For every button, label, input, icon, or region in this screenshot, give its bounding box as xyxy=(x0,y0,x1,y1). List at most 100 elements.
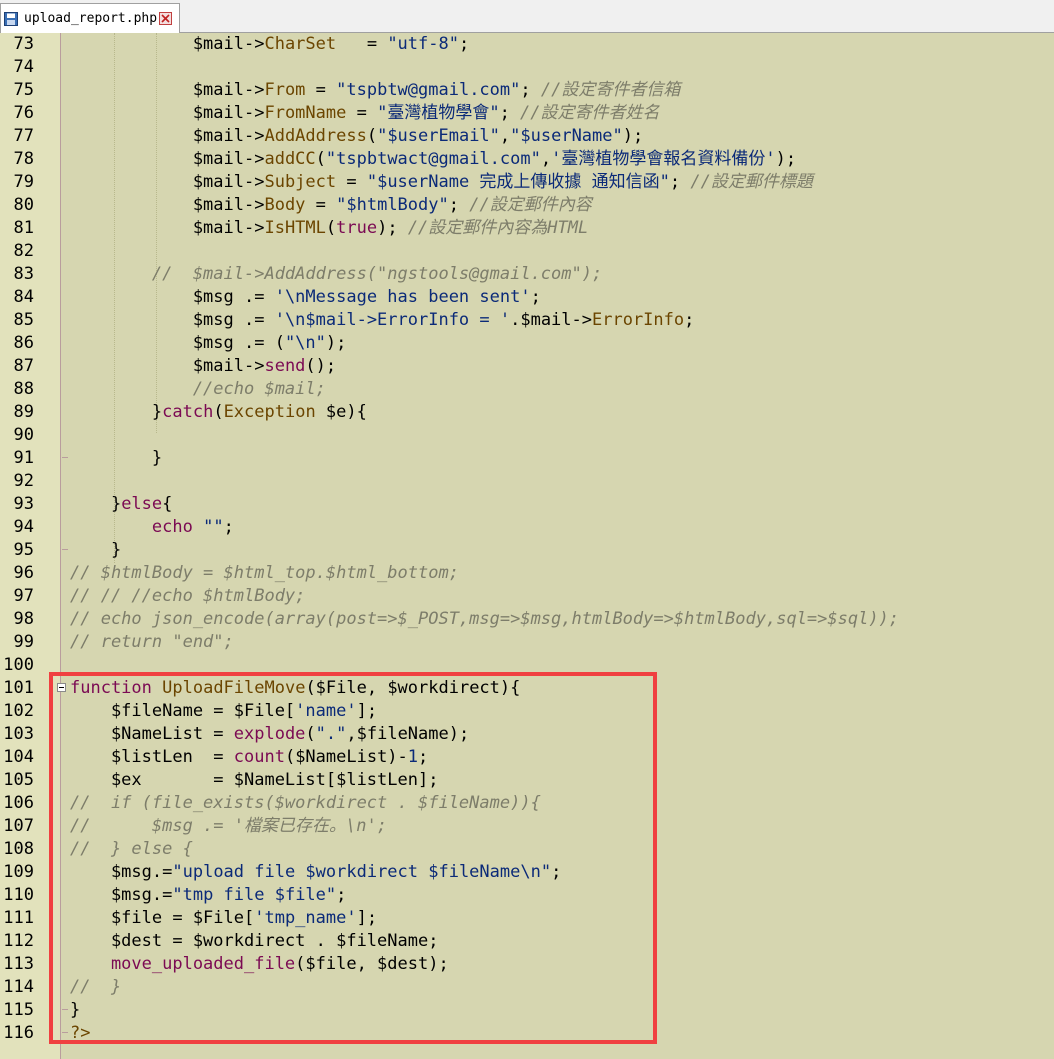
code-line[interactable]: 92 xyxy=(0,470,1054,493)
code-line[interactable]: 91 } xyxy=(0,447,1054,470)
code-line[interactable]: 94 echo ""; xyxy=(0,516,1054,539)
code-text: $mail->IsHTML(true); //設定郵件內容為HTML xyxy=(70,217,588,240)
code-text: $mail->send(); xyxy=(70,355,336,378)
code-line[interactable]: 74 xyxy=(0,56,1054,79)
code-token: ; xyxy=(551,862,562,882)
line-number: 97 xyxy=(13,586,34,606)
code-line[interactable]: 95 } xyxy=(0,539,1054,562)
code-line[interactable]: 82 xyxy=(0,240,1054,263)
code-line[interactable]: 116 ?> xyxy=(0,1022,1054,1045)
code-token: count xyxy=(233,747,285,767)
code-line[interactable]: 96 // $htmlBody = $html_top.$html_bottom; xyxy=(0,562,1054,585)
code-token: FromName xyxy=(264,103,347,123)
line-number: 96 xyxy=(13,563,34,583)
code-line[interactable]: 100 xyxy=(0,654,1054,677)
code-line[interactable]: 111 $file = $File['tmp_name']; xyxy=(0,907,1054,930)
code-line[interactable]: 113 move_uploaded_file($file, $dest); xyxy=(0,953,1054,976)
code-line[interactable]: 93 }else{ xyxy=(0,493,1054,516)
fold-toggle-icon[interactable] xyxy=(57,683,66,692)
code-line[interactable]: 97 // // //echo $htmlBody; xyxy=(0,585,1054,608)
code-line[interactable]: 84 $msg .= '\nMessage has been sent'; xyxy=(0,286,1054,309)
code-token: "tspbtwact@gmail.com" xyxy=(325,149,541,169)
code-token: "\n" xyxy=(284,333,326,353)
code-line[interactable]: 79 $mail->Subject = "$userName 完成上傳收據 通知… xyxy=(0,171,1054,194)
code-line[interactable]: 77 $mail->AddAddress("$userEmail","$user… xyxy=(0,125,1054,148)
code-line[interactable]: 98 // echo json_encode(array(post=>$_POST… xyxy=(0,608,1054,631)
code-line[interactable]: 88 //echo $mail; xyxy=(0,378,1054,401)
line-number: 86 xyxy=(13,333,34,353)
code-line[interactable]: 89 }catch(Exception $e){ xyxy=(0,401,1054,424)
code-line[interactable]: 85 $msg .= '\n$mail->ErrorInfo = '.$mail… xyxy=(0,309,1054,332)
code-token: //設定寄件者信箱 xyxy=(540,80,681,100)
code-token: //設定郵件標題 xyxy=(690,172,813,192)
code-token: explode xyxy=(233,724,306,744)
code-token: AddAddress xyxy=(264,126,367,146)
code-line[interactable]: 83 // $mail->AddAddress("ngstools@gmail.… xyxy=(0,263,1054,286)
code-token: $NameList = xyxy=(70,724,234,744)
code-token: $msg .= xyxy=(70,287,275,307)
code-text: // if (file_exists($workdirect . $fileNa… xyxy=(70,792,541,815)
code-line[interactable]: 114 // } xyxy=(0,976,1054,999)
fold-end-marker xyxy=(62,1009,68,1010)
code-line[interactable]: 109 $msg.="upload file $workdirect $file… xyxy=(0,861,1054,884)
close-icon[interactable] xyxy=(159,12,173,25)
line-number: 100 xyxy=(3,655,34,675)
code-text: $mail->From = "tspbtw@gmail.com"; //設定寄件… xyxy=(70,79,681,102)
code-line[interactable]: 90 xyxy=(0,424,1054,447)
code-line[interactable]: 112 $dest = $workdirect . $fileName; xyxy=(0,930,1054,953)
code-token: "upload file $workdirect $fileName\n" xyxy=(172,862,552,882)
code-line[interactable]: 73 $mail->CharSet = "utf-8"; xyxy=(0,33,1054,56)
code-token: ; xyxy=(530,287,541,307)
code-token: $file = $File[ xyxy=(70,908,255,928)
code-token: addCC xyxy=(264,149,316,169)
code-line[interactable]: 80 $mail->Body = "$htmlBody"; //設定郵件內容 xyxy=(0,194,1054,217)
code-token: $mail-> xyxy=(70,172,265,192)
code-line[interactable]: 81 $mail->IsHTML(true); //設定郵件內容為HTML xyxy=(0,217,1054,240)
code-token: $mail-> xyxy=(70,195,265,215)
code-token: "$userName 完成上傳收據 通知信函" xyxy=(366,172,670,192)
line-number: 87 xyxy=(13,356,34,376)
code-line[interactable]: 104 $listLen = count($NameList)-1; xyxy=(0,746,1054,769)
code-token: "utf-8" xyxy=(387,34,459,54)
line-number: 109 xyxy=(3,862,34,882)
code-token: ; xyxy=(669,172,691,192)
code-token: = xyxy=(305,80,337,100)
code-token: ($File, $workdirect){ xyxy=(305,678,521,698)
line-number: 99 xyxy=(13,632,34,652)
code-line[interactable]: 78 $mail->addCC("tspbtwact@gmail.com",'臺… xyxy=(0,148,1054,171)
code-line[interactable]: 102 $fileName = $File['name']; xyxy=(0,700,1054,723)
code-line[interactable]: 105 $ex = $NameList[$listLen]; xyxy=(0,769,1054,792)
code-line[interactable]: 99 // return "end"; xyxy=(0,631,1054,654)
code-line[interactable]: 103 $NameList = explode(".",$fileName); xyxy=(0,723,1054,746)
code-line[interactable]: 106 // if (file_exists($workdirect . $fil… xyxy=(0,792,1054,815)
code-line[interactable]: 101 function UploadFileMove($File, $workd… xyxy=(0,677,1054,700)
code-token: ; xyxy=(520,80,541,100)
line-number: 103 xyxy=(3,724,34,744)
code-text: $mail->Subject = "$userName 完成上傳收據 通知信函"… xyxy=(70,171,813,194)
code-line[interactable]: 107 // $msg .= '檔案已存在。\n'; xyxy=(0,815,1054,838)
code-line[interactable]: 115} xyxy=(0,999,1054,1022)
line-number: 82 xyxy=(13,241,34,261)
code-line[interactable]: 76 $mail->FromName = "臺灣植物學會"; //設定寄件者姓名 xyxy=(0,102,1054,125)
file-tab[interactable]: upload_report.php xyxy=(0,3,180,33)
line-number: 91 xyxy=(13,448,34,468)
line-number: 95 xyxy=(13,540,34,560)
code-token: $ex = $NameList[$listLen]; xyxy=(70,770,439,790)
code-token: '\nMessage has been sent' xyxy=(274,287,531,307)
code-line[interactable]: 108 // } else { xyxy=(0,838,1054,861)
code-token: ); xyxy=(775,149,797,169)
code-token: "$userEmail" xyxy=(377,126,500,146)
line-number: 112 xyxy=(3,931,34,951)
code-token: UploadFileMove xyxy=(162,678,306,698)
code-line[interactable]: 86 $msg .= ("\n"); xyxy=(0,332,1054,355)
code-token: = xyxy=(346,103,378,123)
code-line[interactable]: 110 $msg.="tmp file $file"; xyxy=(0,884,1054,907)
code-line[interactable]: 87 $mail->send(); xyxy=(0,355,1054,378)
code-line[interactable]: 75 $mail->From = "tspbtw@gmail.com"; //設… xyxy=(0,79,1054,102)
line-number: 80 xyxy=(13,195,34,215)
line-number: 101 xyxy=(3,678,34,698)
code-editor[interactable]: 73 $mail->CharSet = "utf-8"; 74 75 $mail->… xyxy=(0,33,1054,1045)
code-text: }else{ xyxy=(70,493,172,516)
code-token: $mail-> xyxy=(70,34,265,54)
